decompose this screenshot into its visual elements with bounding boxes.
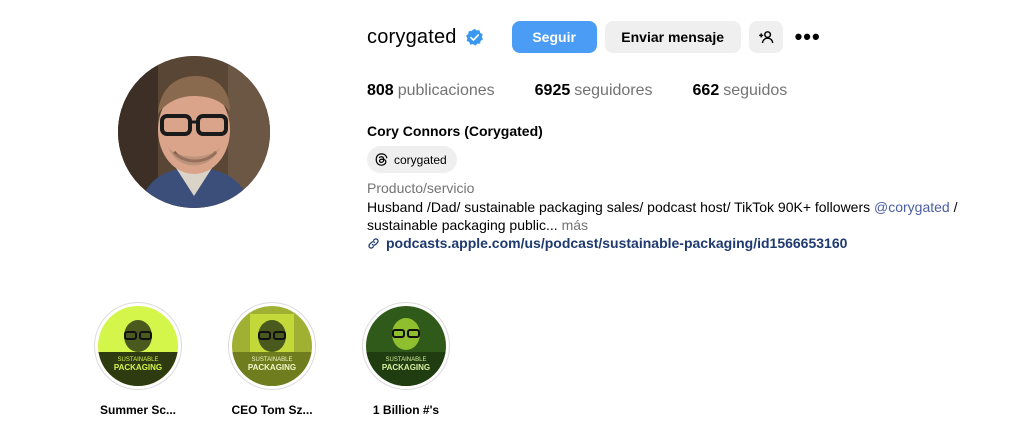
highlight-cover-image: SUSTAINABLE PACKAGING (98, 306, 178, 386)
cover-subtitle: PACKAGING (114, 363, 162, 372)
threads-handle: corygated (394, 152, 447, 167)
suggest-user-button[interactable] (748, 21, 783, 53)
story-highlight[interactable]: SUSTAINABLE PACKAGING Summer Sc... (93, 302, 183, 417)
bio-more-link[interactable]: más (562, 217, 588, 233)
profile-category: Producto/servicio (367, 180, 475, 196)
highlight-label: 1 Billion #'s (372, 403, 440, 417)
username: corygated (367, 25, 457, 48)
posts-count: 808 publicaciones (367, 82, 495, 99)
more-options-icon[interactable]: ••• (791, 21, 825, 53)
highlight-label: Summer Sc... (99, 403, 177, 417)
bio-mention-link[interactable]: @corygated (874, 199, 950, 215)
profile-photo (118, 56, 270, 208)
add-user-icon (758, 31, 774, 44)
cover-subtitle: PACKAGING (382, 363, 430, 372)
highlight-cover-image: SUSTAINABLE PACKAGING (366, 306, 446, 386)
external-link[interactable]: podcasts.apple.com/us/podcast/sustainabl… (367, 235, 847, 251)
profile-stats: 808 publicaciones 6925 seguidores 662 segui… (367, 82, 827, 100)
profile-avatar[interactable] (118, 56, 270, 208)
threads-profile-link[interactable]: corygated (367, 146, 457, 173)
full-name: Cory Connors (Corygated) (367, 123, 543, 139)
highlight-cover[interactable]: SUSTAINABLE PACKAGING (228, 302, 316, 390)
verified-badge-icon (465, 28, 484, 47)
link-icon (368, 237, 379, 249)
highlight-cover[interactable]: SUSTAINABLE PACKAGING (94, 302, 182, 390)
send-message-button[interactable]: Enviar mensaje (604, 21, 741, 53)
profile-header: corygated Seguir Enviar mensaje ••• (367, 20, 825, 54)
follow-button[interactable]: Seguir (511, 21, 597, 53)
story-highlight[interactable]: SUSTAINABLE PACKAGING 1 Billion #'s (361, 302, 451, 417)
highlight-cover[interactable]: SUSTAINABLE PACKAGING (362, 302, 450, 390)
following-count[interactable]: 662 seguidos (693, 82, 788, 100)
highlight-label: CEO Tom Sz... (231, 403, 313, 417)
followers-count[interactable]: 6925 seguidores (535, 82, 653, 100)
threads-icon (375, 153, 388, 166)
story-highlight[interactable]: SUSTAINABLE PACKAGING CEO Tom Sz... (227, 302, 317, 417)
profile-bio: Husband /Dad/ sustainable packaging sale… (367, 198, 1007, 234)
bio-text: Husband /Dad/ sustainable packaging sale… (367, 199, 875, 215)
external-link-text: podcasts.apple.com/us/podcast/sustainabl… (386, 235, 848, 251)
cover-subtitle: PACKAGING (248, 363, 296, 372)
highlight-cover-image: SUSTAINABLE PACKAGING (232, 306, 312, 386)
